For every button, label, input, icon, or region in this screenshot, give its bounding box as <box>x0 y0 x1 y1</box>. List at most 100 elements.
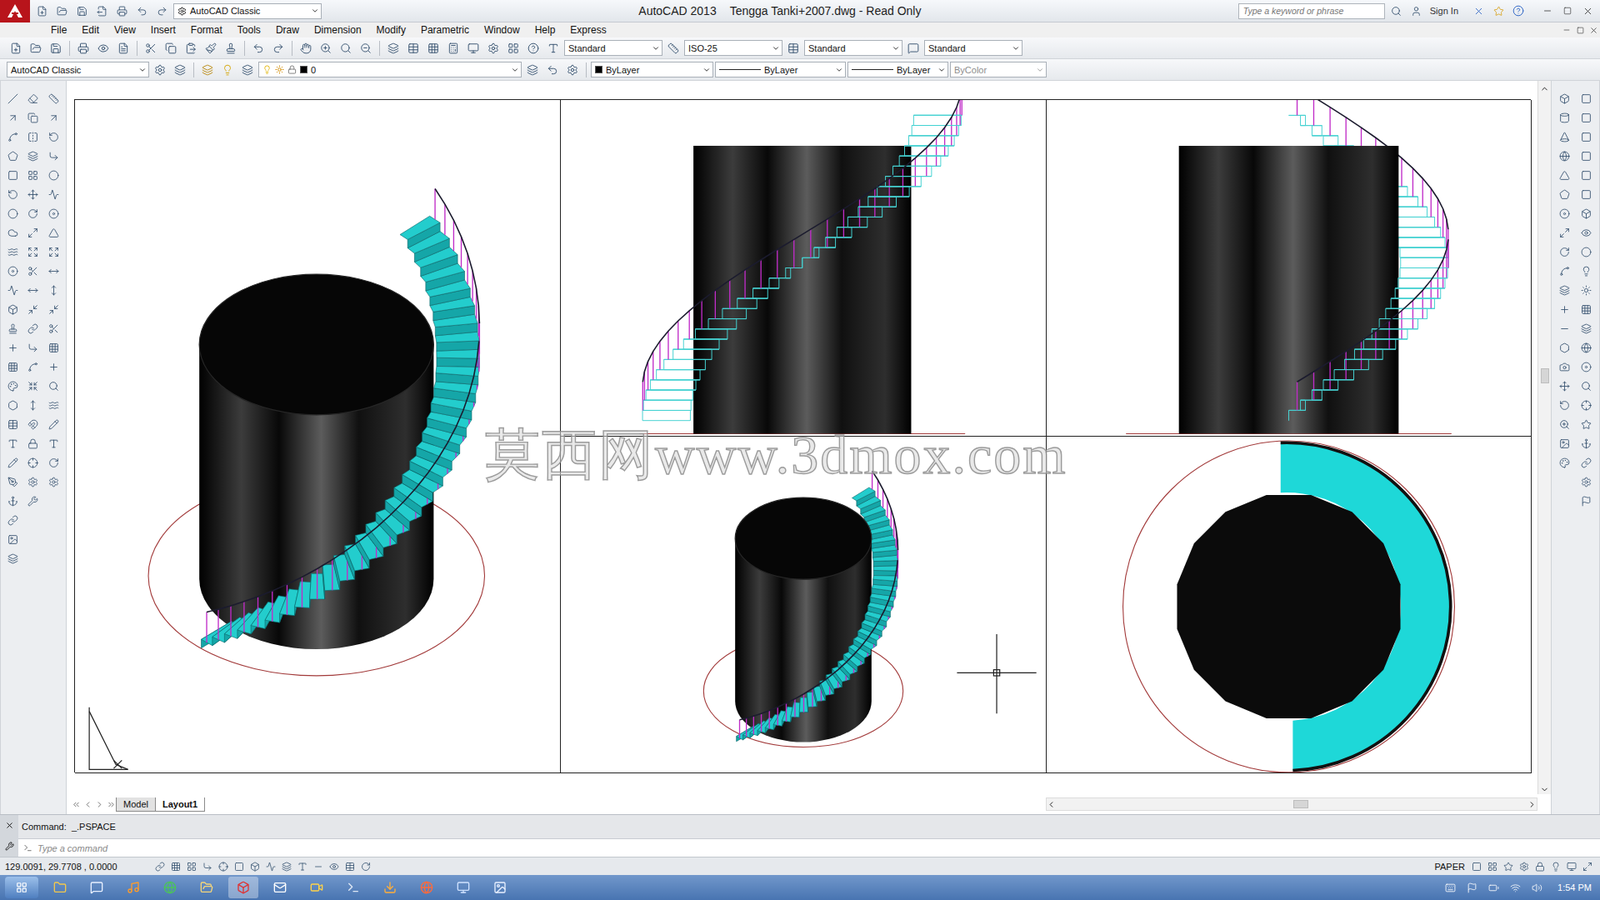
link-button[interactable] <box>3 510 22 530</box>
search-button[interactable] <box>1388 2 1405 20</box>
infer-constraints-button[interactable] <box>152 859 168 875</box>
iso-large-viewport[interactable] <box>75 100 561 774</box>
doc-close-button[interactable] <box>1586 23 1600 37</box>
ducs-button[interactable] <box>279 859 295 875</box>
video-taskbar-button[interactable] <box>301 876 332 899</box>
app-menu-button[interactable] <box>0 0 30 23</box>
scroll-down-icon[interactable] <box>1540 785 1550 795</box>
menu-item[interactable]: Format <box>183 24 230 36</box>
workspace-settings-button[interactable] <box>150 60 170 80</box>
media-taskbar-button[interactable] <box>118 876 149 899</box>
browser-taskbar-button[interactable] <box>155 876 185 899</box>
radius-button[interactable] <box>45 165 64 185</box>
ellipse-button[interactable] <box>3 261 22 280</box>
aligned-dim-button[interactable] <box>45 108 64 127</box>
baseline-button[interactable] <box>45 261 64 280</box>
redo-button[interactable] <box>153 2 170 20</box>
wire-button[interactable] <box>1577 300 1596 319</box>
revolve-button[interactable] <box>1555 242 1574 261</box>
menu-item[interactable]: Tools <box>230 24 269 36</box>
orbit-button[interactable] <box>1555 395 1574 415</box>
layer-undo-button[interactable] <box>543 60 562 80</box>
break-button[interactable] <box>24 300 43 319</box>
render-button[interactable] <box>1555 434 1574 453</box>
flag-button[interactable] <box>1464 880 1480 895</box>
layout-grid-button[interactable] <box>504 39 523 58</box>
transparency-button[interactable] <box>326 859 342 875</box>
break-dim-button[interactable] <box>45 319 64 338</box>
image-button[interactable] <box>3 530 22 549</box>
torus-button[interactable] <box>1555 204 1574 223</box>
save-as-button[interactable] <box>93 2 110 20</box>
layer-dropdown[interactable]: 0 <box>258 61 522 78</box>
menu-item[interactable]: Edit <box>74 24 107 36</box>
copy-button[interactable] <box>24 108 43 127</box>
gradient-button[interactable] <box>3 376 22 395</box>
spline-button[interactable] <box>3 242 22 261</box>
workspace-layers-button[interactable] <box>170 60 190 80</box>
dimension-style-dropdown[interactable]: ISO-25 <box>684 40 783 56</box>
lineweight-button[interactable] <box>310 859 326 875</box>
anchor-button[interactable] <box>1577 434 1596 453</box>
scroll-right-icon[interactable] <box>1527 800 1537 810</box>
move-button[interactable] <box>24 185 43 204</box>
volume-button[interactable] <box>1529 880 1545 895</box>
pyramid-button[interactable] <box>1555 165 1574 185</box>
realistic-button[interactable] <box>1577 338 1596 357</box>
dim-text-button[interactable] <box>45 434 64 453</box>
files-taskbar-button[interactable] <box>191 876 222 899</box>
plot-button[interactable] <box>74 39 93 58</box>
multileader-style-manager-button[interactable] <box>904 39 923 58</box>
layout-tab[interactable]: Layout1 <box>155 797 205 812</box>
rotate-button[interactable] <box>24 204 43 223</box>
user-button[interactable] <box>1408 2 1425 20</box>
menu-item[interactable]: File <box>43 24 75 36</box>
clean-screen-button[interactable] <box>1580 859 1595 875</box>
menu-item[interactable]: Modify <box>369 24 414 36</box>
send-taskbar-button[interactable] <box>81 876 112 899</box>
layout-tab[interactable]: Model <box>115 797 156 812</box>
prev-tab-button[interactable] <box>81 798 94 810</box>
zoom-button[interactable] <box>1555 415 1574 434</box>
dimension-style-manager-button[interactable] <box>664 39 683 58</box>
mirror-button[interactable] <box>24 127 43 146</box>
first-tab-button[interactable] <box>70 798 82 810</box>
polyline-button[interactable] <box>3 127 22 146</box>
jogged-button[interactable] <box>45 185 64 204</box>
command-input[interactable]: Type a command <box>18 838 1600 857</box>
polar-button[interactable] <box>215 859 231 875</box>
scroll-left-icon[interactable] <box>1046 800 1056 810</box>
lock-button[interactable] <box>24 434 43 453</box>
sheet-set-button[interactable] <box>464 39 483 58</box>
explorer-taskbar-button[interactable] <box>45 876 75 899</box>
top-viewport[interactable] <box>1046 436 1532 774</box>
settings-button[interactable] <box>1577 472 1596 491</box>
autocad-taskbar-button[interactable] <box>228 876 259 899</box>
polygon-button[interactable] <box>3 146 22 165</box>
vertical-scrollbar[interactable] <box>1537 80 1551 795</box>
new-button[interactable] <box>33 2 50 20</box>
zoom-previous-button[interactable] <box>356 39 375 58</box>
snap-button[interactable] <box>168 859 184 875</box>
materials-button[interactable] <box>1555 453 1574 472</box>
box-button[interactable] <box>1555 89 1574 108</box>
workspace-toolbar-dropdown[interactable]: AutoCAD Classic <box>6 61 150 78</box>
save-button[interactable] <box>73 2 90 20</box>
annotation-button[interactable] <box>1500 859 1516 875</box>
stretch-button[interactable] <box>24 242 43 261</box>
walk-button[interactable] <box>1555 376 1574 395</box>
start-button[interactable] <box>5 876 39 899</box>
dim-style-button[interactable] <box>45 472 64 491</box>
properties-button[interactable] <box>384 39 403 58</box>
navigate-button[interactable] <box>1577 395 1596 415</box>
center-mark-button[interactable] <box>45 357 64 376</box>
mail-taskbar-button[interactable] <box>265 876 295 899</box>
circle-button[interactable] <box>3 204 22 223</box>
quick-calc-button[interactable] <box>444 39 463 58</box>
drawing-area[interactable]: 莫西网www.3dmox.comModelLayout1 <box>66 80 1551 815</box>
revision-cloud-button[interactable] <box>3 223 22 242</box>
arc-length-button[interactable] <box>45 127 64 146</box>
extend-button[interactable] <box>24 280 43 300</box>
match-properties-button[interactable] <box>201 39 220 58</box>
next-tab-button[interactable] <box>93 798 105 810</box>
